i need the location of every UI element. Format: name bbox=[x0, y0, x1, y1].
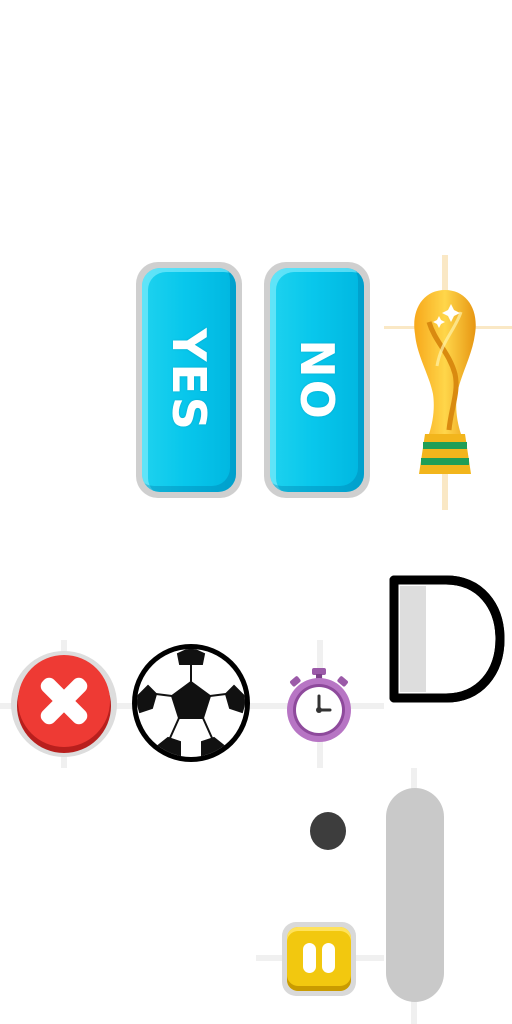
no-button[interactable]: NO bbox=[264, 262, 370, 498]
yes-button-face: YES bbox=[142, 268, 236, 492]
yes-button-label: YES bbox=[162, 328, 216, 432]
pause-bar-left bbox=[303, 943, 316, 973]
trophy-icon bbox=[414, 290, 476, 474]
sprite-sheet: YES NO bbox=[0, 0, 512, 1024]
letter-d-outline-icon bbox=[389, 575, 505, 703]
slider-track[interactable] bbox=[386, 788, 444, 1002]
soccer-ball-icon bbox=[132, 644, 250, 762]
yes-button[interactable]: YES bbox=[136, 262, 242, 498]
no-button-label: NO bbox=[290, 339, 344, 421]
pause-icon bbox=[287, 927, 351, 991]
no-button-face: NO bbox=[270, 268, 364, 492]
stopwatch-icon bbox=[287, 668, 351, 742]
close-x-icon bbox=[11, 651, 117, 757]
pause-bar-right bbox=[322, 943, 335, 973]
slider-knob[interactable] bbox=[310, 812, 346, 850]
close-button[interactable] bbox=[10, 650, 118, 758]
pause-button[interactable] bbox=[282, 922, 356, 996]
